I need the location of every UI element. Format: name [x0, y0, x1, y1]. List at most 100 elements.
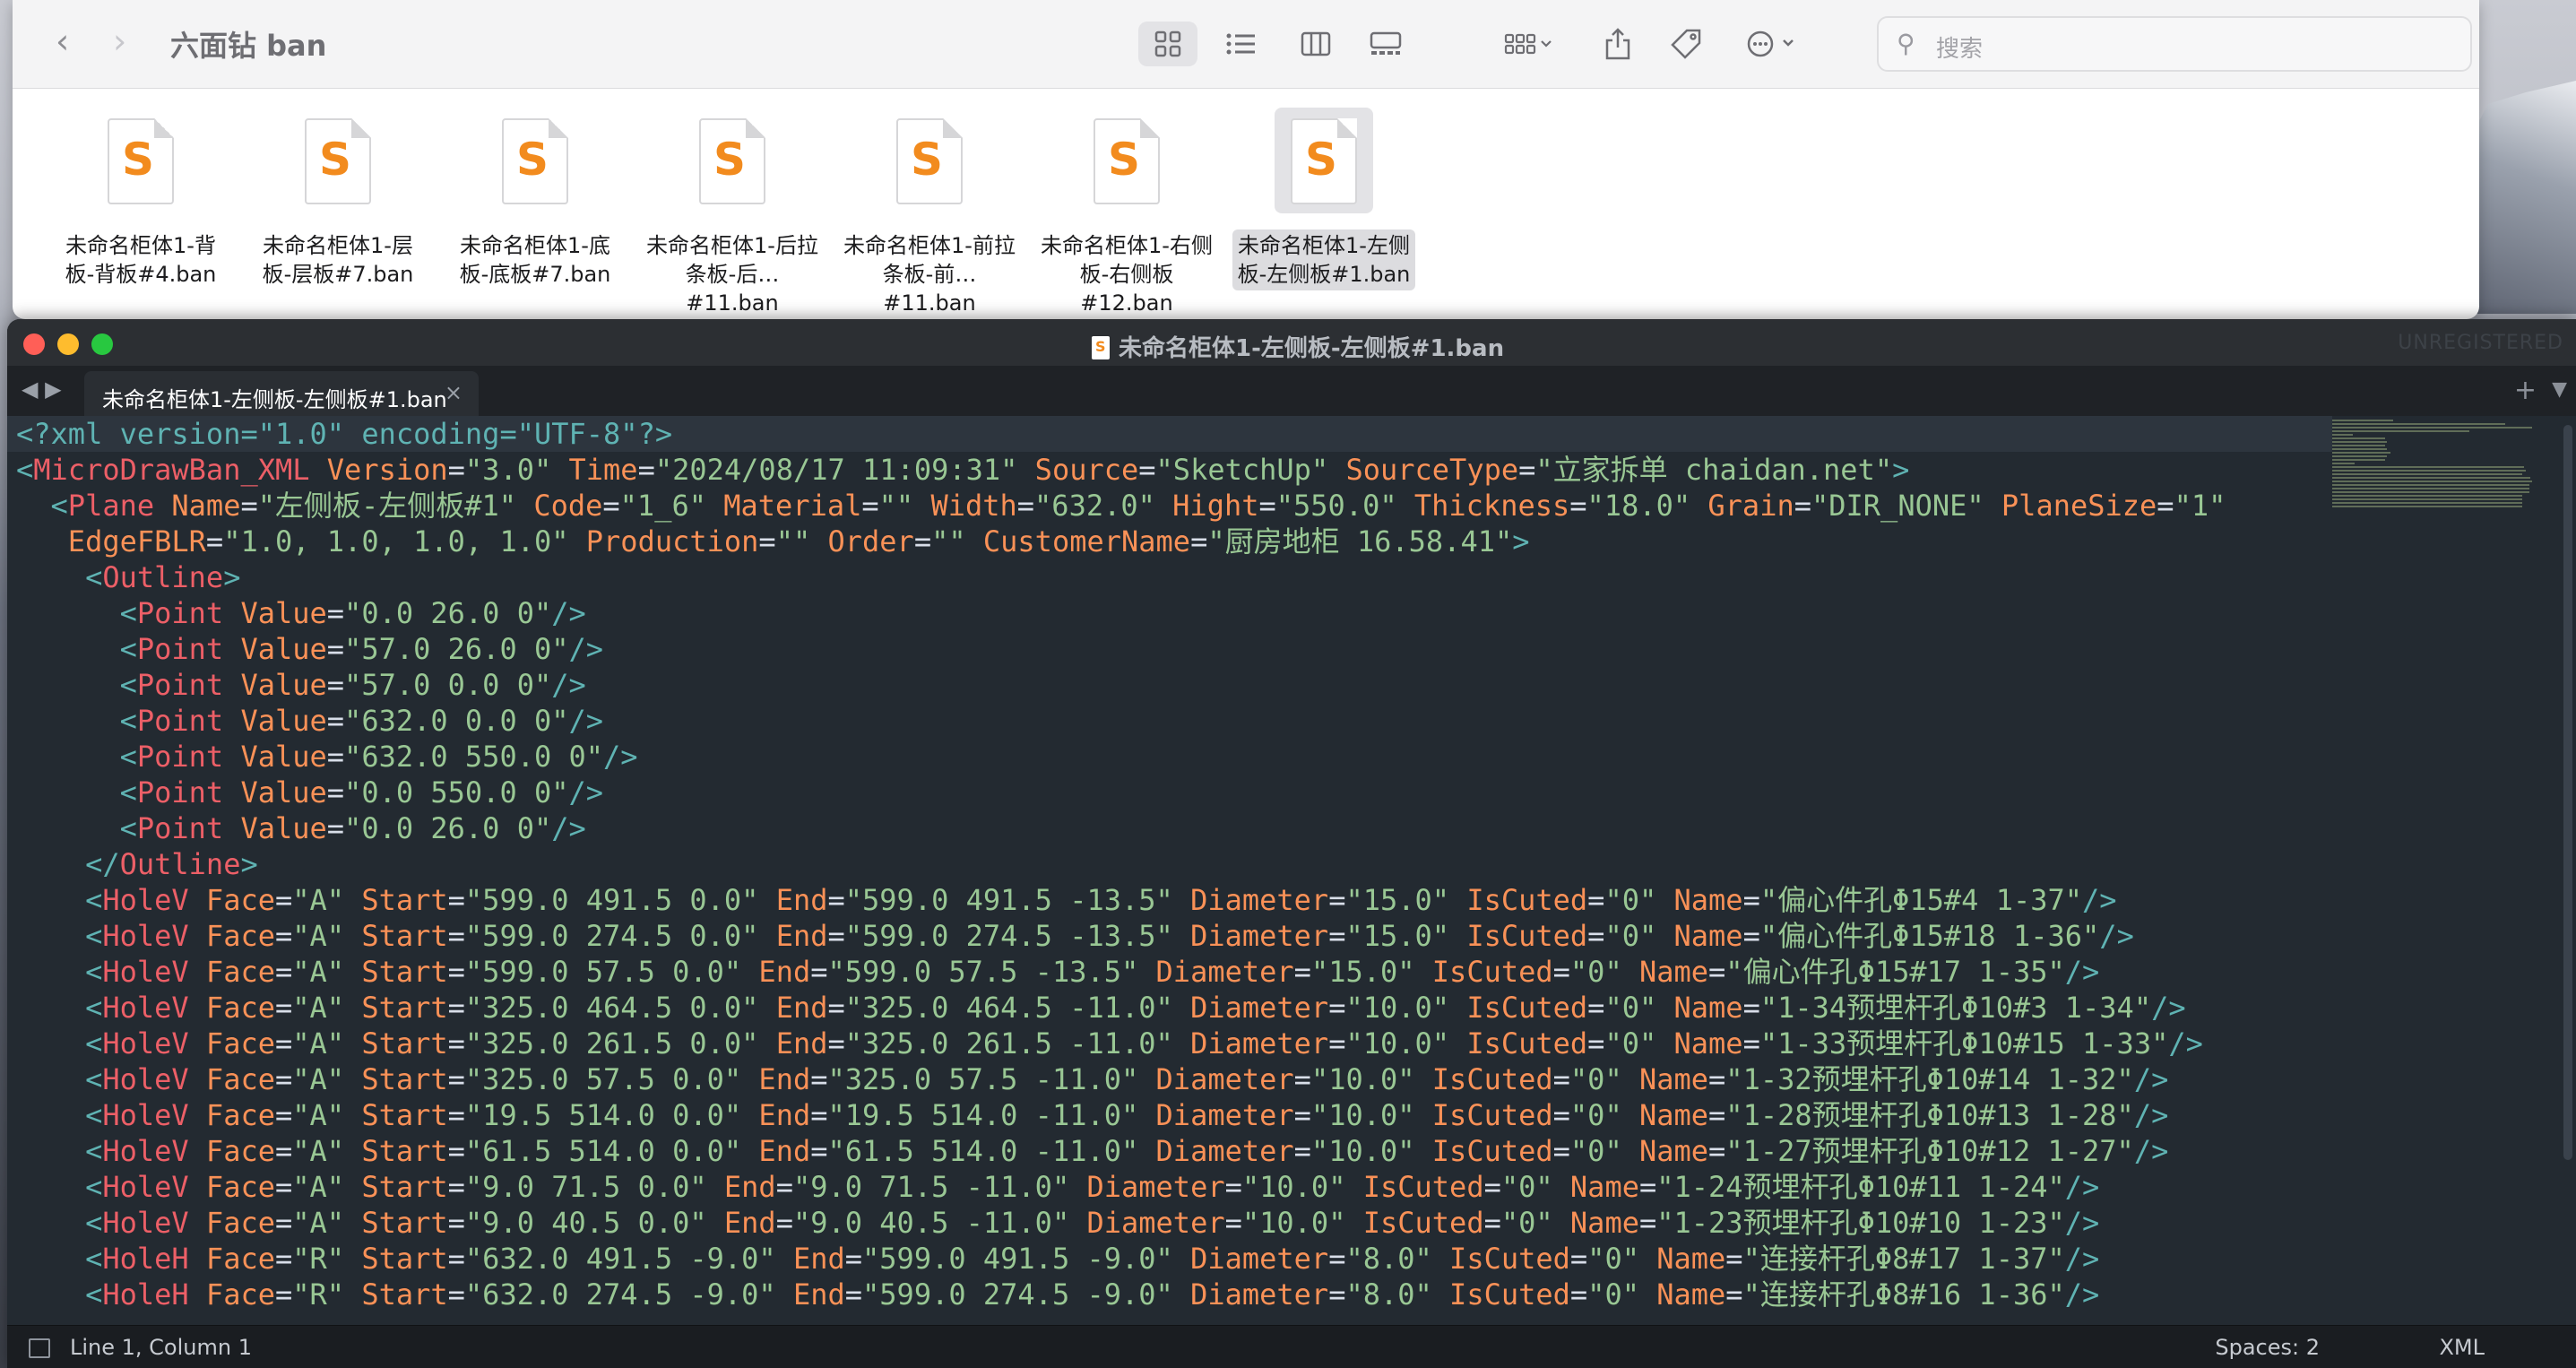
- minimap-line: [2332, 448, 2388, 450]
- file-item-selected[interactable]: S 未命名柜体1-左侧 板-左侧板#1.ban: [1230, 108, 1418, 290]
- code-line: <?xml version="1.0" encoding="UTF-8"?>: [16, 417, 673, 451]
- file-item[interactable]: S 未命名柜体1-背 板-背板#4.ban: [47, 108, 235, 290]
- code-line: <HoleV Face="A" Start="325.0 464.5 0.0" …: [85, 991, 2186, 1025]
- tag-icon: [1671, 29, 1701, 59]
- sublime-file-icon: S: [699, 118, 765, 204]
- sublime-text-window: 未命名柜体1-左侧板-左侧板#1.ban UNREGISTERED ◀ ▶ 未命…: [7, 319, 2576, 1368]
- file-grid: S 未命名柜体1-背 板-背板#4.ban S 未命名柜体1-层 板-层板#7.ba…: [13, 90, 2479, 319]
- forward-arrow-icon[interactable]: ›: [113, 23, 126, 59]
- sublime-file-icon: S: [108, 118, 174, 204]
- new-tab-icon[interactable]: +: [2514, 375, 2537, 406]
- window-titlebar: 未命名柜体1-左侧板-左侧板#1.ban UNREGISTERED: [7, 319, 2576, 367]
- panel-toggle-icon[interactable]: [29, 1338, 50, 1358]
- file-name: 未命名柜体1-前拉 条板-前…#11.ban: [843, 233, 1016, 316]
- search-icon: ⚲: [1897, 29, 1915, 58]
- indentation-setting[interactable]: Spaces: 2: [2215, 1335, 2320, 1360]
- minimap-line: [2332, 445, 2386, 446]
- code-line: <Point Value="632.0 550.0 0"/>: [119, 740, 638, 774]
- vertical-scrollbar[interactable]: [2563, 425, 2572, 1160]
- code-line: <HoleH Face="R" Start="632.0 274.5 -9.0"…: [85, 1277, 2100, 1312]
- code-line: </Outline>: [85, 847, 258, 881]
- search-field[interactable]: ⚲ 搜索: [1877, 16, 2472, 72]
- sublime-file-icon: S: [305, 118, 371, 204]
- minimap-line: [2332, 502, 2523, 504]
- minimap-line: [2332, 473, 2523, 475]
- minimap-line: [2332, 466, 2525, 468]
- columns-icon: [1301, 31, 1331, 56]
- file-name: 未命名柜体1-后拉 条板-后…#11.ban: [646, 233, 818, 316]
- code-line: <HoleV Face="A" Start="19.5 514.0 0.0" E…: [85, 1098, 2169, 1132]
- tab-active[interactable]: 未命名柜体1-左侧板-左侧板#1.ban ×: [84, 371, 479, 416]
- code-line: <HoleV Face="A" Start="599.0 57.5 0.0" E…: [85, 955, 2100, 989]
- list-view-button[interactable]: [1215, 22, 1266, 66]
- code-line: <Point Value="0.0 26.0 0"/>: [119, 596, 586, 630]
- more-actions-button[interactable]: [1737, 22, 1809, 66]
- minimap-line: [2332, 481, 2533, 482]
- file-item[interactable]: S 未命名柜体1-右侧 板-右侧板#12.ban: [1033, 108, 1221, 319]
- tab-nav-arrows-icon[interactable]: ◀ ▶: [22, 377, 62, 402]
- sublime-file-icon: S: [896, 118, 963, 204]
- minimap-line: [2332, 488, 2529, 489]
- file-name: 未命名柜体1-左侧 板-左侧板#1.ban: [1232, 229, 1416, 290]
- document-icon: [1092, 336, 1110, 359]
- search-placeholder: 搜索: [1936, 36, 1984, 63]
- file-item[interactable]: S 未命名柜体1-底 板-底板#7.ban: [441, 108, 629, 290]
- gallery-view-button[interactable]: [1361, 22, 1411, 66]
- minimap-line: [2332, 452, 2390, 454]
- minimap-line: [2332, 420, 2394, 421]
- file-name: 未命名柜体1-层 板-层板#7.ban: [262, 233, 414, 287]
- tag-button[interactable]: [1664, 22, 1708, 66]
- folder-title: 六面钻 ban: [170, 29, 327, 63]
- tab-menu-icon[interactable]: ▼: [2552, 378, 2567, 401]
- code-editor[interactable]: <?xml version="1.0" encoding="UTF-8"?> <M…: [7, 416, 2576, 1325]
- minimap-line: [2332, 455, 2388, 457]
- minimap-line: [2332, 437, 2386, 439]
- share-button[interactable]: [1595, 22, 1640, 66]
- file-name: 未命名柜体1-背 板-背板#4.ban: [65, 233, 217, 287]
- minimap-line: [2332, 484, 2529, 486]
- minimap-line: [2332, 477, 2531, 479]
- code-line: <Point Value="0.0 26.0 0"/>: [119, 811, 586, 845]
- tab-bar: ◀ ▶ 未命名柜体1-左侧板-左侧板#1.ban × + ▼: [7, 366, 2576, 416]
- file-item[interactable]: S 未命名柜体1-层 板-层板#7.ban: [244, 108, 432, 290]
- code-line: <HoleV Face="A" Start="9.0 40.5 0.0" End…: [85, 1206, 2100, 1240]
- code-line: <HoleV Face="A" Start="325.0 261.5 0.0" …: [85, 1026, 2203, 1061]
- sublime-file-icon: S: [502, 118, 568, 204]
- share-icon: [1605, 28, 1630, 60]
- code-line: <MicroDrawBan_XML Version="3.0" Time="20…: [16, 453, 1910, 487]
- minimap-line: [2332, 470, 2526, 472]
- file-item[interactable]: S 未命名柜体1-前拉 条板-前…#11.ban: [835, 108, 1024, 319]
- ellipsis-icon: [1747, 30, 1794, 57]
- tab-label: 未命名柜体1-左侧板-左侧板#1.ban: [102, 387, 447, 412]
- finder-toolbar: ‹ › 六面钻 ban ⚲ 搜索: [13, 0, 2479, 89]
- group-by-button[interactable]: [1493, 22, 1565, 66]
- code-line: <HoleV Face="A" Start="325.0 57.5 0.0" E…: [85, 1062, 2169, 1096]
- minimap-line: [2332, 430, 2469, 432]
- code-line: EdgeFBLR="1.0, 1.0, 1.0, 1.0" Production…: [67, 524, 1530, 558]
- syntax-selector[interactable]: XML: [2439, 1335, 2485, 1360]
- window-title: 未命名柜体1-左侧板-左侧板#1.ban: [1092, 330, 1504, 363]
- status-bar: Line 1, Column 1 Spaces: 2 XML: [7, 1325, 2576, 1368]
- file-name: 未命名柜体1-右侧 板-右侧板#12.ban: [1041, 233, 1213, 316]
- code-line: <Point Value="57.0 0.0 0"/>: [119, 668, 586, 702]
- column-view-button[interactable]: [1291, 22, 1341, 66]
- zoom-window-button[interactable]: [91, 333, 113, 355]
- file-item[interactable]: S 未命名柜体1-后拉 条板-后…#11.ban: [638, 108, 826, 319]
- minimap-line: [2332, 491, 2529, 493]
- minimize-window-button[interactable]: [57, 333, 79, 355]
- gallery-icon: [1370, 31, 1402, 55]
- icon-view-button[interactable]: [1138, 22, 1197, 66]
- minimap[interactable]: [2332, 416, 2562, 524]
- minimap-line: [2332, 498, 2523, 500]
- close-window-button[interactable]: [23, 333, 45, 355]
- minimap-line: [2332, 495, 2523, 497]
- sublime-file-icon: S: [1094, 118, 1160, 204]
- sublime-file-icon: S: [1291, 118, 1357, 204]
- minimap-line: [2332, 434, 2354, 436]
- minimap-line: [2332, 441, 2388, 443]
- minimap-line: [2332, 427, 2533, 429]
- cursor-position[interactable]: Line 1, Column 1: [70, 1335, 252, 1360]
- back-arrow-icon[interactable]: ‹: [56, 23, 69, 59]
- group-icon: [1504, 33, 1552, 55]
- tab-close-icon[interactable]: ×: [445, 380, 462, 405]
